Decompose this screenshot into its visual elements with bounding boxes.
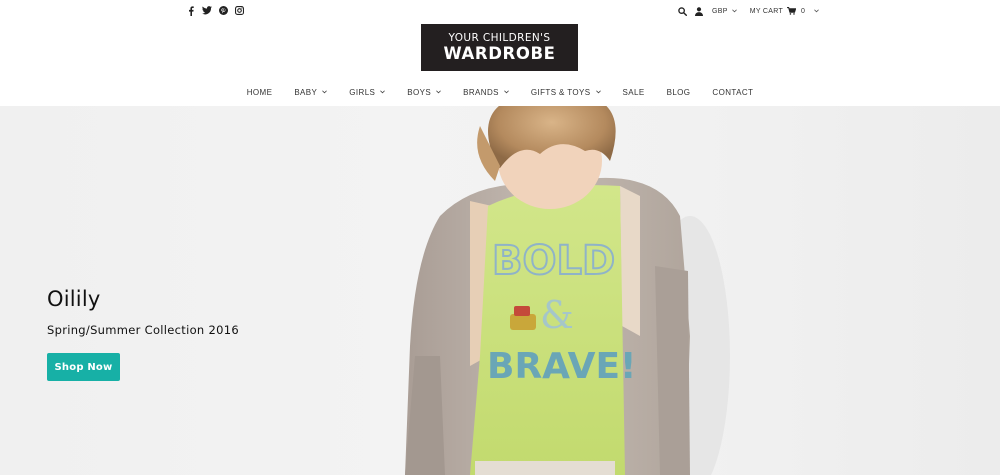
- shirt-text-top: BOLD: [492, 238, 615, 284]
- social-links: [186, 5, 244, 16]
- nav-item-home[interactable]: HOME: [247, 88, 273, 97]
- nav-item-boys[interactable]: BOYS: [407, 87, 442, 97]
- site-header: GBP MY CART 0 YOUR CHILDREN'S WARDROBE H…: [0, 0, 1000, 106]
- account-icon[interactable]: [695, 6, 703, 16]
- nav-item-girls[interactable]: GIRLS: [349, 87, 386, 97]
- nav-item-label: BRANDS: [463, 87, 499, 97]
- pants: [475, 461, 615, 475]
- hoodie-sleeve-right: [655, 266, 690, 475]
- currency-selector[interactable]: GBP: [712, 8, 737, 15]
- facebook-icon[interactable]: [186, 5, 196, 16]
- chevron-down-icon: [436, 90, 442, 94]
- twitter-icon[interactable]: [202, 5, 212, 16]
- chevron-down-icon: [380, 90, 386, 94]
- nav-item-label: BOYS: [407, 87, 432, 97]
- utility-bar: GBP MY CART 0: [678, 4, 820, 18]
- chevron-down-icon: [503, 90, 509, 94]
- nav-item-label: SALE: [622, 87, 645, 97]
- chevron-down-icon: [595, 90, 601, 94]
- shirt-car-graphic: [510, 314, 536, 330]
- nav-item-label: GIFTS & TOYS: [530, 87, 591, 97]
- nav-item-label: CONTACT: [712, 87, 754, 97]
- main-nav: HOME BABY GIRLS BOYS BRANDS GIFTS & TOYS SALE B…: [0, 84, 1000, 100]
- nav-item-baby[interactable]: BABY: [294, 87, 328, 97]
- nav-item-label: BABY: [294, 87, 318, 97]
- logo-line-2: WARDROBE: [443, 44, 556, 63]
- hero-banner: BOLD & BRAVE! Oilily Spring/Summer Colle…: [0, 106, 1000, 475]
- shirt-car-luggage: [514, 306, 530, 316]
- nav-item-label: HOME: [246, 87, 273, 97]
- chevron-down-icon: [731, 9, 737, 13]
- site-logo[interactable]: YOUR CHILDREN'S WARDROBE: [421, 24, 578, 71]
- shirt-text-bottom: BRAVE!: [487, 346, 636, 387]
- nav-item-gifts-toys[interactable]: GIFTS & TOYS: [531, 88, 601, 97]
- cart-icon: [787, 7, 797, 15]
- nav-item-label: GIRLS: [349, 87, 376, 97]
- cart-link[interactable]: MY CART 0: [750, 7, 820, 15]
- shirt-text-middle: &: [540, 293, 574, 337]
- chevron-down-icon: [322, 90, 328, 94]
- shop-now-button[interactable]: Shop Now: [47, 353, 120, 381]
- hood-lining-right: [620, 186, 640, 336]
- hero-subtitle: Spring/Summer Collection 2016: [47, 323, 239, 337]
- pinterest-icon[interactable]: [218, 5, 228, 16]
- nav-item-brands[interactable]: BRANDS: [463, 88, 509, 97]
- nav-item-label: BLOG: [666, 87, 691, 97]
- nav-item-sale[interactable]: SALE: [623, 88, 645, 97]
- chevron-down-icon: [814, 9, 820, 13]
- hero-title: Oilily: [47, 287, 101, 311]
- hero-caption: Oilily Spring/Summer Collection 2016 Sho…: [47, 286, 239, 381]
- logo-line-1: YOUR CHILDREN'S: [448, 32, 551, 44]
- instagram-icon[interactable]: [234, 5, 244, 16]
- cart-count: 0: [801, 7, 806, 15]
- nav-item-blog[interactable]: BLOG: [667, 88, 691, 97]
- nav-item-contact[interactable]: CONTACT: [712, 88, 753, 97]
- cart-label: MY CART: [749, 7, 784, 15]
- currency-label: GBP: [712, 7, 728, 15]
- search-icon[interactable]: [678, 6, 687, 16]
